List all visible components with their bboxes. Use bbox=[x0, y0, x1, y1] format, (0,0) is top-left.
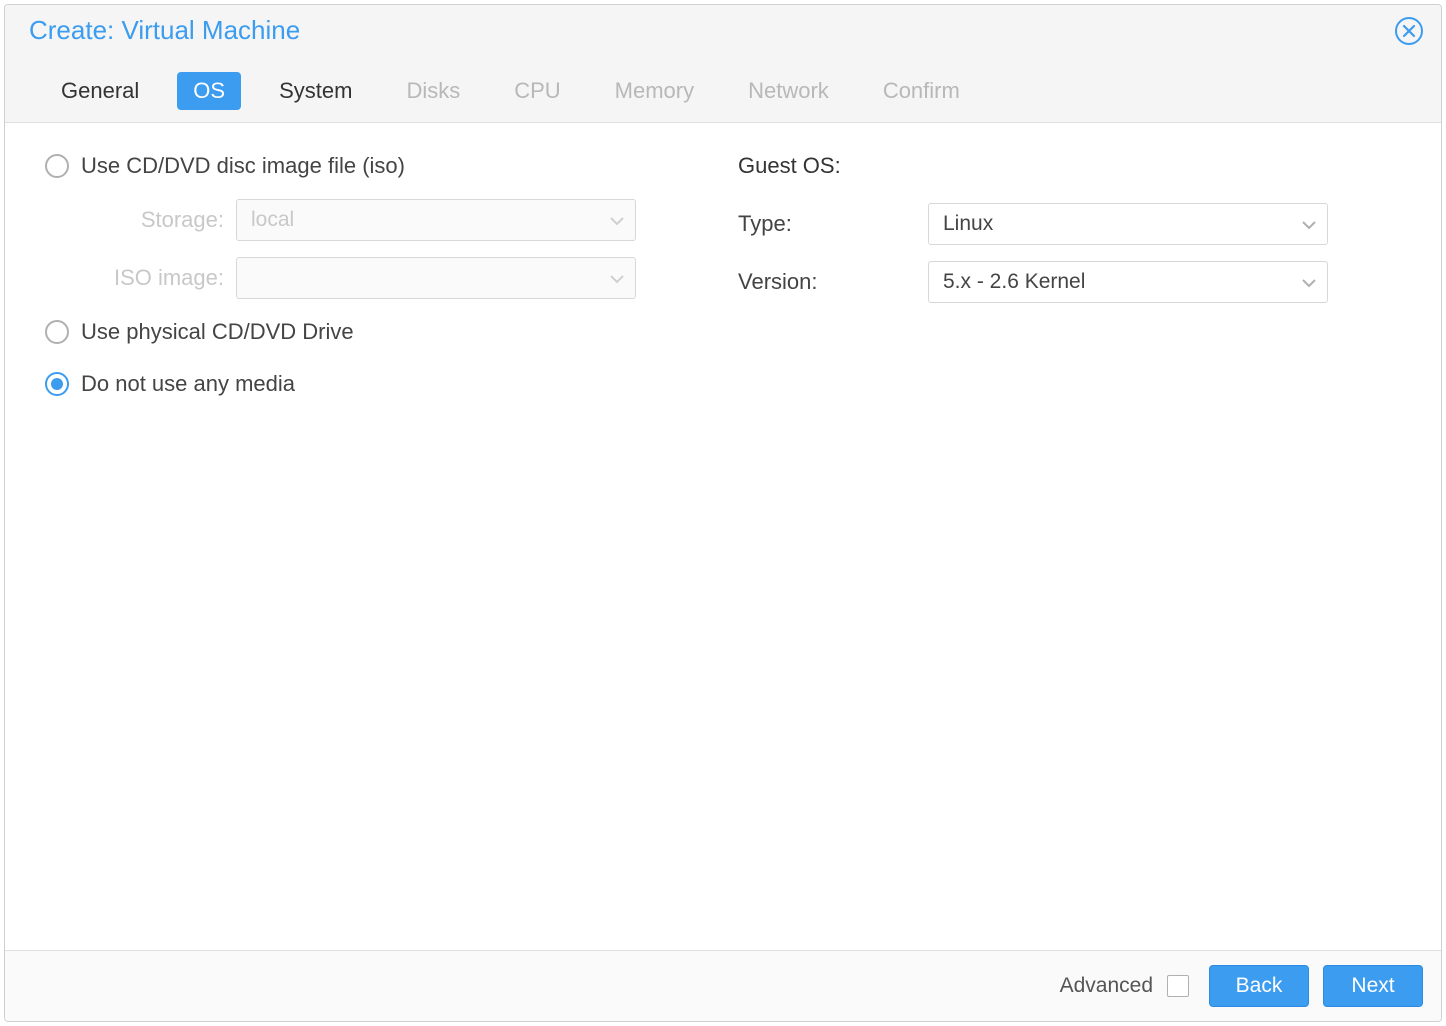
storage-label: Storage: bbox=[81, 207, 236, 233]
os-version-value: 5.x - 2.6 Kernel bbox=[943, 270, 1085, 294]
os-version-combo[interactable]: 5.x - 2.6 Kernel bbox=[928, 261, 1328, 303]
storage-value: local bbox=[251, 208, 294, 232]
radio-label-iso: Use CD/DVD disc image file (iso) bbox=[81, 153, 405, 179]
dialog-header: Create: Virtual Machine General OS Syste… bbox=[5, 5, 1441, 123]
dialog-content: Use CD/DVD disc image file (iso) Storage… bbox=[5, 123, 1441, 950]
chevron-down-icon bbox=[609, 266, 625, 290]
back-button-label: Back bbox=[1236, 974, 1283, 998]
tab-network: Network bbox=[732, 72, 845, 110]
iso-image-combo bbox=[236, 257, 636, 299]
media-column: Use CD/DVD disc image file (iso) Storage… bbox=[45, 153, 708, 920]
tab-general[interactable]: General bbox=[45, 72, 155, 110]
os-type-value: Linux bbox=[943, 212, 993, 236]
guest-os-heading: Guest OS: bbox=[738, 153, 1401, 179]
iso-image-row: ISO image: bbox=[81, 257, 708, 299]
radio-row-physical: Use physical CD/DVD Drive bbox=[45, 319, 708, 345]
title-row: Create: Virtual Machine bbox=[5, 5, 1441, 46]
radio-no-media[interactable] bbox=[45, 372, 69, 396]
advanced-label: Advanced bbox=[1060, 974, 1153, 998]
tab-system[interactable]: System bbox=[263, 72, 368, 110]
radio-label-no-media: Do not use any media bbox=[81, 371, 295, 397]
os-type-row: Type: Linux bbox=[738, 203, 1401, 245]
chevron-down-icon bbox=[1301, 270, 1317, 294]
guest-os-column: Guest OS: Type: Linux Version: 5.x - 2.6… bbox=[738, 153, 1401, 920]
tab-os[interactable]: OS bbox=[177, 72, 241, 110]
back-button[interactable]: Back bbox=[1209, 965, 1309, 1007]
radio-use-iso[interactable] bbox=[45, 154, 69, 178]
os-type-label: Type: bbox=[738, 211, 928, 237]
close-button[interactable] bbox=[1395, 17, 1423, 45]
storage-combo: local bbox=[236, 199, 636, 241]
radio-label-physical: Use physical CD/DVD Drive bbox=[81, 319, 354, 345]
radio-row-no-media: Do not use any media bbox=[45, 371, 708, 397]
iso-image-label: ISO image: bbox=[81, 265, 236, 291]
advanced-checkbox[interactable] bbox=[1167, 975, 1189, 997]
close-icon bbox=[1402, 24, 1416, 38]
dialog-title: Create: Virtual Machine bbox=[29, 15, 300, 46]
next-button-label: Next bbox=[1351, 974, 1394, 998]
chevron-down-icon bbox=[609, 208, 625, 232]
tab-memory: Memory bbox=[599, 72, 710, 110]
radio-row-iso: Use CD/DVD disc image file (iso) bbox=[45, 153, 708, 179]
create-vm-dialog: Create: Virtual Machine General OS Syste… bbox=[4, 4, 1442, 1022]
wizard-tabs: General OS System Disks CPU Memory Netwo… bbox=[5, 46, 1441, 122]
tab-disks: Disks bbox=[390, 72, 476, 110]
radio-use-physical[interactable] bbox=[45, 320, 69, 344]
storage-row: Storage: local bbox=[81, 199, 708, 241]
os-version-label: Version: bbox=[738, 269, 928, 295]
chevron-down-icon bbox=[1301, 212, 1317, 236]
iso-fields: Storage: local ISO image: bbox=[45, 199, 708, 299]
os-type-combo[interactable]: Linux bbox=[928, 203, 1328, 245]
tab-confirm: Confirm bbox=[867, 72, 976, 110]
os-version-row: Version: 5.x - 2.6 Kernel bbox=[738, 261, 1401, 303]
dialog-footer: Advanced Back Next bbox=[5, 950, 1441, 1021]
tab-cpu: CPU bbox=[498, 72, 576, 110]
next-button[interactable]: Next bbox=[1323, 965, 1423, 1007]
